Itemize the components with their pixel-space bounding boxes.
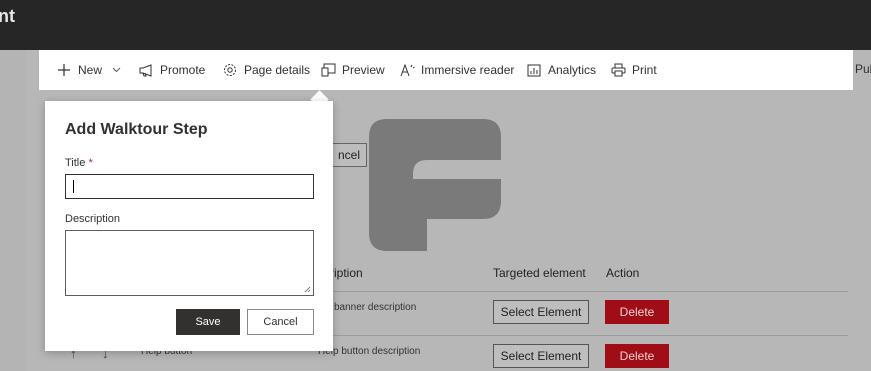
save-button[interactable]: Save	[176, 309, 240, 335]
immersive-reader-button[interactable]: Immersive reader	[399, 61, 514, 79]
analytics-button[interactable]: Analytics	[526, 61, 596, 79]
required-asterisk: *	[88, 157, 93, 169]
analytics-icon	[526, 62, 542, 78]
row-2-description: Help button description	[318, 346, 421, 357]
preview-label: Preview	[342, 63, 385, 77]
megaphone-icon	[138, 62, 154, 78]
chevron-down-icon	[108, 62, 124, 78]
immersive-reader-label: Immersive reader	[421, 63, 515, 77]
description-textarea[interactable]	[65, 230, 314, 296]
preview-button[interactable]: Preview	[320, 61, 385, 79]
print-button[interactable]: Print	[610, 61, 657, 79]
print-label: Print	[632, 63, 657, 77]
app-header: nt	[0, 0, 871, 50]
brand-logo-icon	[369, 119, 501, 251]
page-details-button[interactable]: Page details	[222, 61, 310, 79]
page-details-label: Page details	[244, 63, 311, 77]
page-title-fragment: nt	[0, 6, 15, 26]
title-input[interactable]	[65, 174, 314, 199]
plus-icon	[56, 62, 72, 78]
immersive-reader-icon	[399, 62, 415, 78]
new-button[interactable]: New	[56, 61, 124, 79]
resize-grip-icon[interactable]	[304, 286, 311, 293]
text-caret	[73, 180, 74, 193]
description-field-label: Description	[65, 213, 121, 225]
analytics-label: Analytics	[548, 63, 597, 77]
title-field-label: Title *	[65, 157, 93, 169]
gear-icon	[222, 62, 238, 78]
row-1-delete-button[interactable]: Delete	[605, 300, 669, 324]
row-1-select-element-button[interactable]: Select Element	[493, 300, 589, 324]
add-walktour-step-dialog: Add Walktour Step Title * Description Sa…	[45, 101, 333, 351]
preview-icon	[320, 62, 336, 78]
column-header-action: Action	[606, 266, 640, 280]
cancel-button[interactable]: Cancel	[247, 309, 314, 335]
row-2-delete-button[interactable]: Delete	[605, 344, 669, 368]
dialog-title: Add Walktour Step	[65, 121, 208, 138]
row-2-select-element-button[interactable]: Select Element	[493, 344, 589, 368]
promote-label: Promote	[160, 63, 206, 77]
row-1-description: banner description	[334, 302, 417, 313]
command-bar: New Promote Page details Preview Immersi…	[39, 50, 853, 90]
publish-button[interactable]: Pub	[855, 62, 871, 76]
promote-button[interactable]: Promote	[138, 61, 205, 79]
column-header-targeted-element: Targeted element	[493, 266, 586, 280]
left-gutter	[0, 50, 26, 371]
new-label: New	[78, 63, 103, 77]
print-icon	[610, 62, 626, 78]
